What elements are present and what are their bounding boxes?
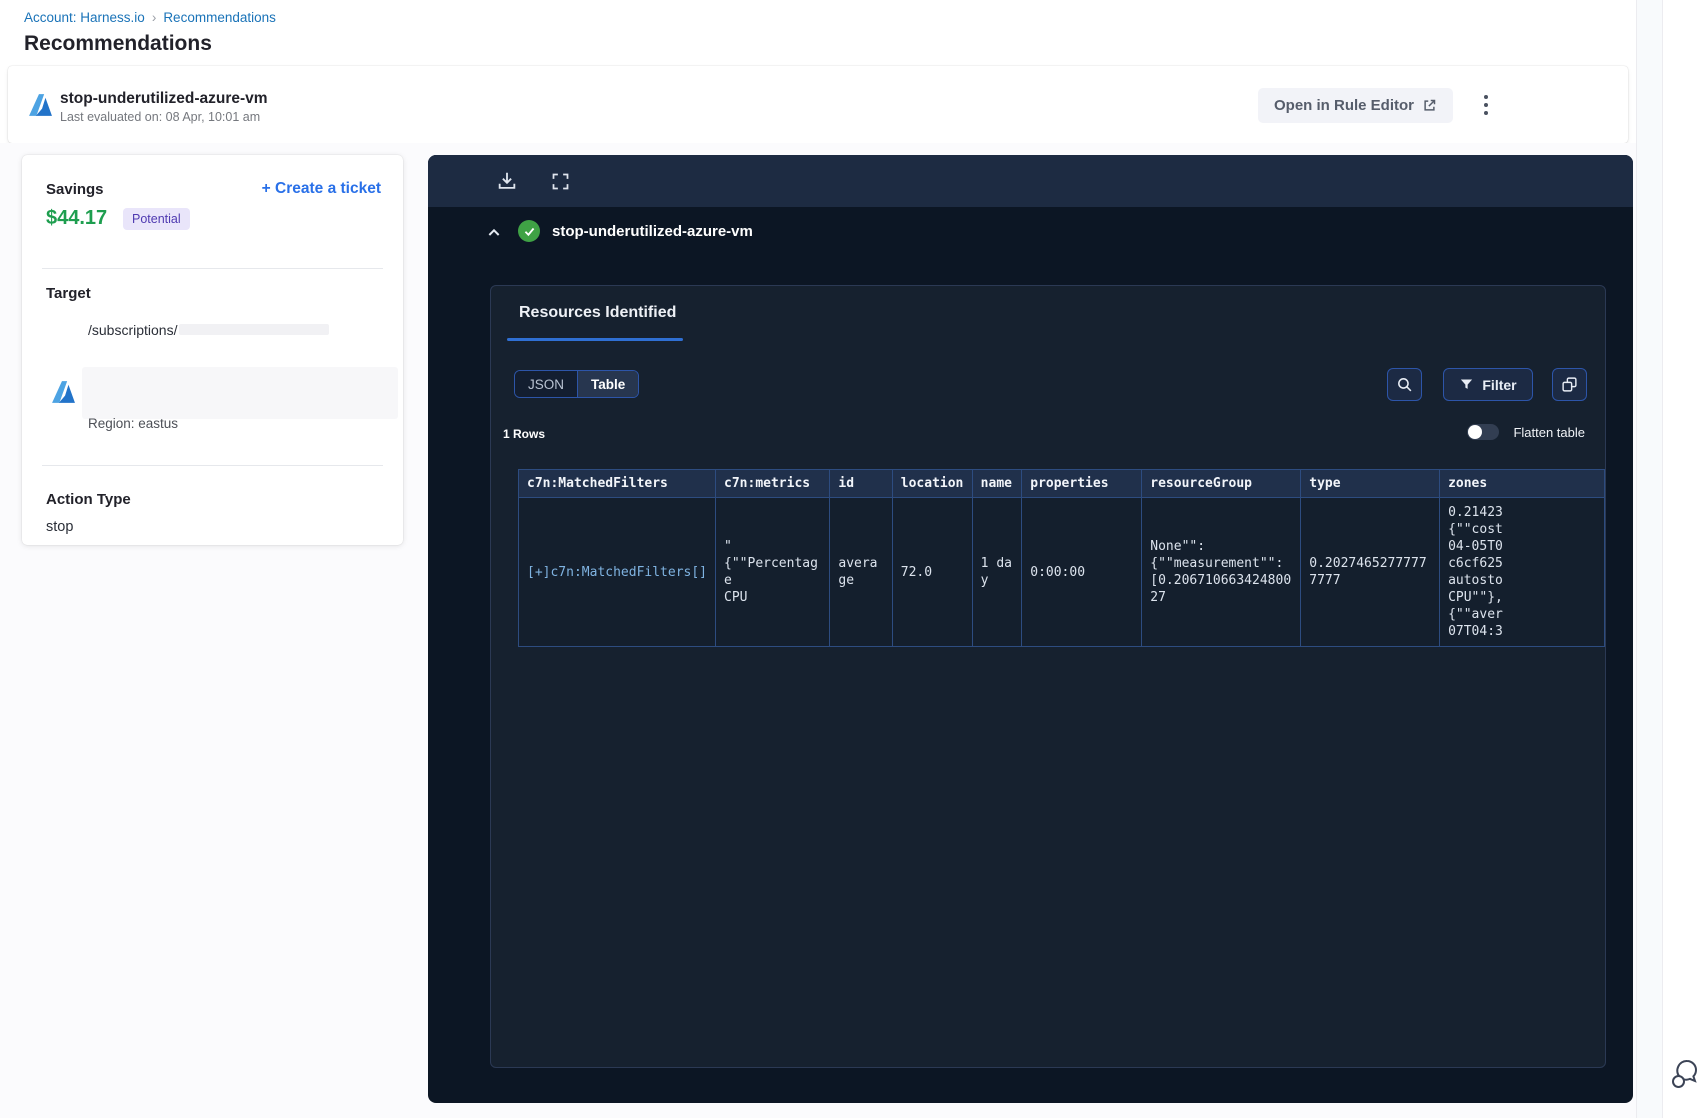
breadcrumb: Account: Harness.io › Recommendations [24,10,276,25]
fullscreen-button[interactable] [550,170,572,192]
copy-button[interactable] [1552,368,1587,401]
panel-rule-title: stop-underutilized-azure-vm [552,223,753,240]
table-cell-id: average [829,497,893,647]
potential-badge: Potential [123,208,190,230]
column-header-resourcegroup: resourceGroup [1141,469,1302,498]
target-path: /subscriptions/ [88,322,330,338]
tab-resources-identified[interactable]: Resources Identified [519,304,676,322]
resources-table: c7n:MatchedFilters c7n:metrics id location n… [517,469,1605,647]
resources-panel: Resources Identified JSON Table Filter 1… [490,285,1606,1068]
azure-icon [29,94,52,116]
savings-label: Savings [46,181,104,198]
open-in-rule-editor-label: Open in Rule Editor [1274,97,1415,114]
action-type-label: Action Type [46,491,131,508]
filter-label: Filter [1482,376,1517,393]
top-bar: Account: Harness.io › Recommendations Reco… [0,0,1636,66]
check-icon [524,227,534,236]
column-header-name: name [971,469,1023,498]
table-header-row: c7n:MatchedFilters c7n:metrics id location n… [517,469,1605,498]
chevron-up-icon [488,228,500,236]
chat-feedback-icon [1672,1060,1698,1088]
filter-funnel-icon [1461,379,1473,389]
collapse-section-button[interactable] [486,225,502,241]
page-scrollbar[interactable] [1636,0,1663,1118]
status-success-badge [518,220,540,242]
breadcrumb-account-link[interactable]: Account: Harness.io [24,10,145,25]
search-button[interactable] [1387,368,1422,401]
more-options-button[interactable] [1474,88,1498,122]
recommendation-header-card: stop-underutilized-azure-vm Last evaluat… [8,66,1628,143]
table-row: [+]c7n:MatchedFilters[] " {""Percentage C… [517,497,1605,647]
flatten-table-label: Flatten table [1513,424,1585,440]
rows-count: 1 Rows [503,427,546,441]
view-mode-toggle: JSON Table [514,370,640,398]
active-tab-underline [507,338,683,341]
external-link-icon [1424,99,1436,111]
azure-icon [52,381,75,403]
view-json-button[interactable]: JSON [515,371,579,397]
column-header-c7n-metrics: c7n:metrics [715,469,831,498]
matched-filters-expand-link[interactable]: [+]c7n:MatchedFilters[] [517,497,717,647]
action-type-value: stop [46,519,74,535]
evaluation-result-panel: stop-underutilized-azure-vm Resources Id… [428,155,1633,1103]
target-label: Target [46,285,91,302]
table-cell-properties: 0:00:00 [1021,497,1143,647]
redacted-resource-block [82,367,398,419]
page-title: Recommendations [24,32,212,55]
column-header-id: id [829,469,893,498]
flatten-table-control: Flatten table [1467,424,1585,440]
help-chat-button[interactable] [1669,1056,1703,1092]
flatten-table-toggle[interactable] [1467,424,1500,440]
column-header-c7n-matchedfilters: c7n:MatchedFilters [517,469,717,498]
savings-amount: $44.17 [46,207,108,229]
table-cell-resourcegroup: None"": {""measurement"": [0.20671066342… [1141,497,1302,647]
download-icon [498,172,516,189]
table-cell-zones: 0.21423 {""cost 04-05T0 c6cf625 autosto … [1439,497,1605,647]
column-header-zones: zones [1439,469,1605,498]
copy-icon [1562,377,1577,392]
download-button[interactable] [496,170,518,192]
table-cell-name: 1 day [971,497,1023,647]
table-cell-type: 0.20274652777777777 [1300,497,1441,647]
fullscreen-icon [552,173,569,189]
search-icon [1398,378,1412,392]
column-header-type: type [1300,469,1441,498]
create-ticket-button[interactable]: + Create a ticket [262,180,381,198]
table-cell-c7n-metrics: " {""Percentage CPU [715,497,831,647]
savings-card: Savings + Create a ticket $44.17 Potenti… [22,155,403,545]
view-table-button[interactable]: Table [578,371,639,397]
divider [42,465,383,466]
panel-toolbar [428,155,1633,207]
recommendation-detail-page: Account: Harness.io › Recommendations Reco… [0,0,1706,1118]
column-header-location: location [891,469,973,498]
filter-button[interactable]: Filter [1443,368,1533,401]
column-header-properties: properties [1021,469,1143,498]
open-in-rule-editor-button[interactable]: Open in Rule Editor [1258,88,1454,123]
divider [42,268,383,269]
breadcrumb-separator: › [151,10,157,25]
table-cell-location: 72.0 [891,497,973,647]
recommendation-title: stop-underutilized-azure-vm [60,90,268,107]
redacted-subscription-id [179,324,330,335]
last-evaluated-text: Last evaluated on: 08 Apr, 10:01 am [60,110,261,124]
target-region: Region: eastus [88,416,179,431]
breadcrumb-recommendations-link[interactable]: Recommendations [163,10,276,25]
